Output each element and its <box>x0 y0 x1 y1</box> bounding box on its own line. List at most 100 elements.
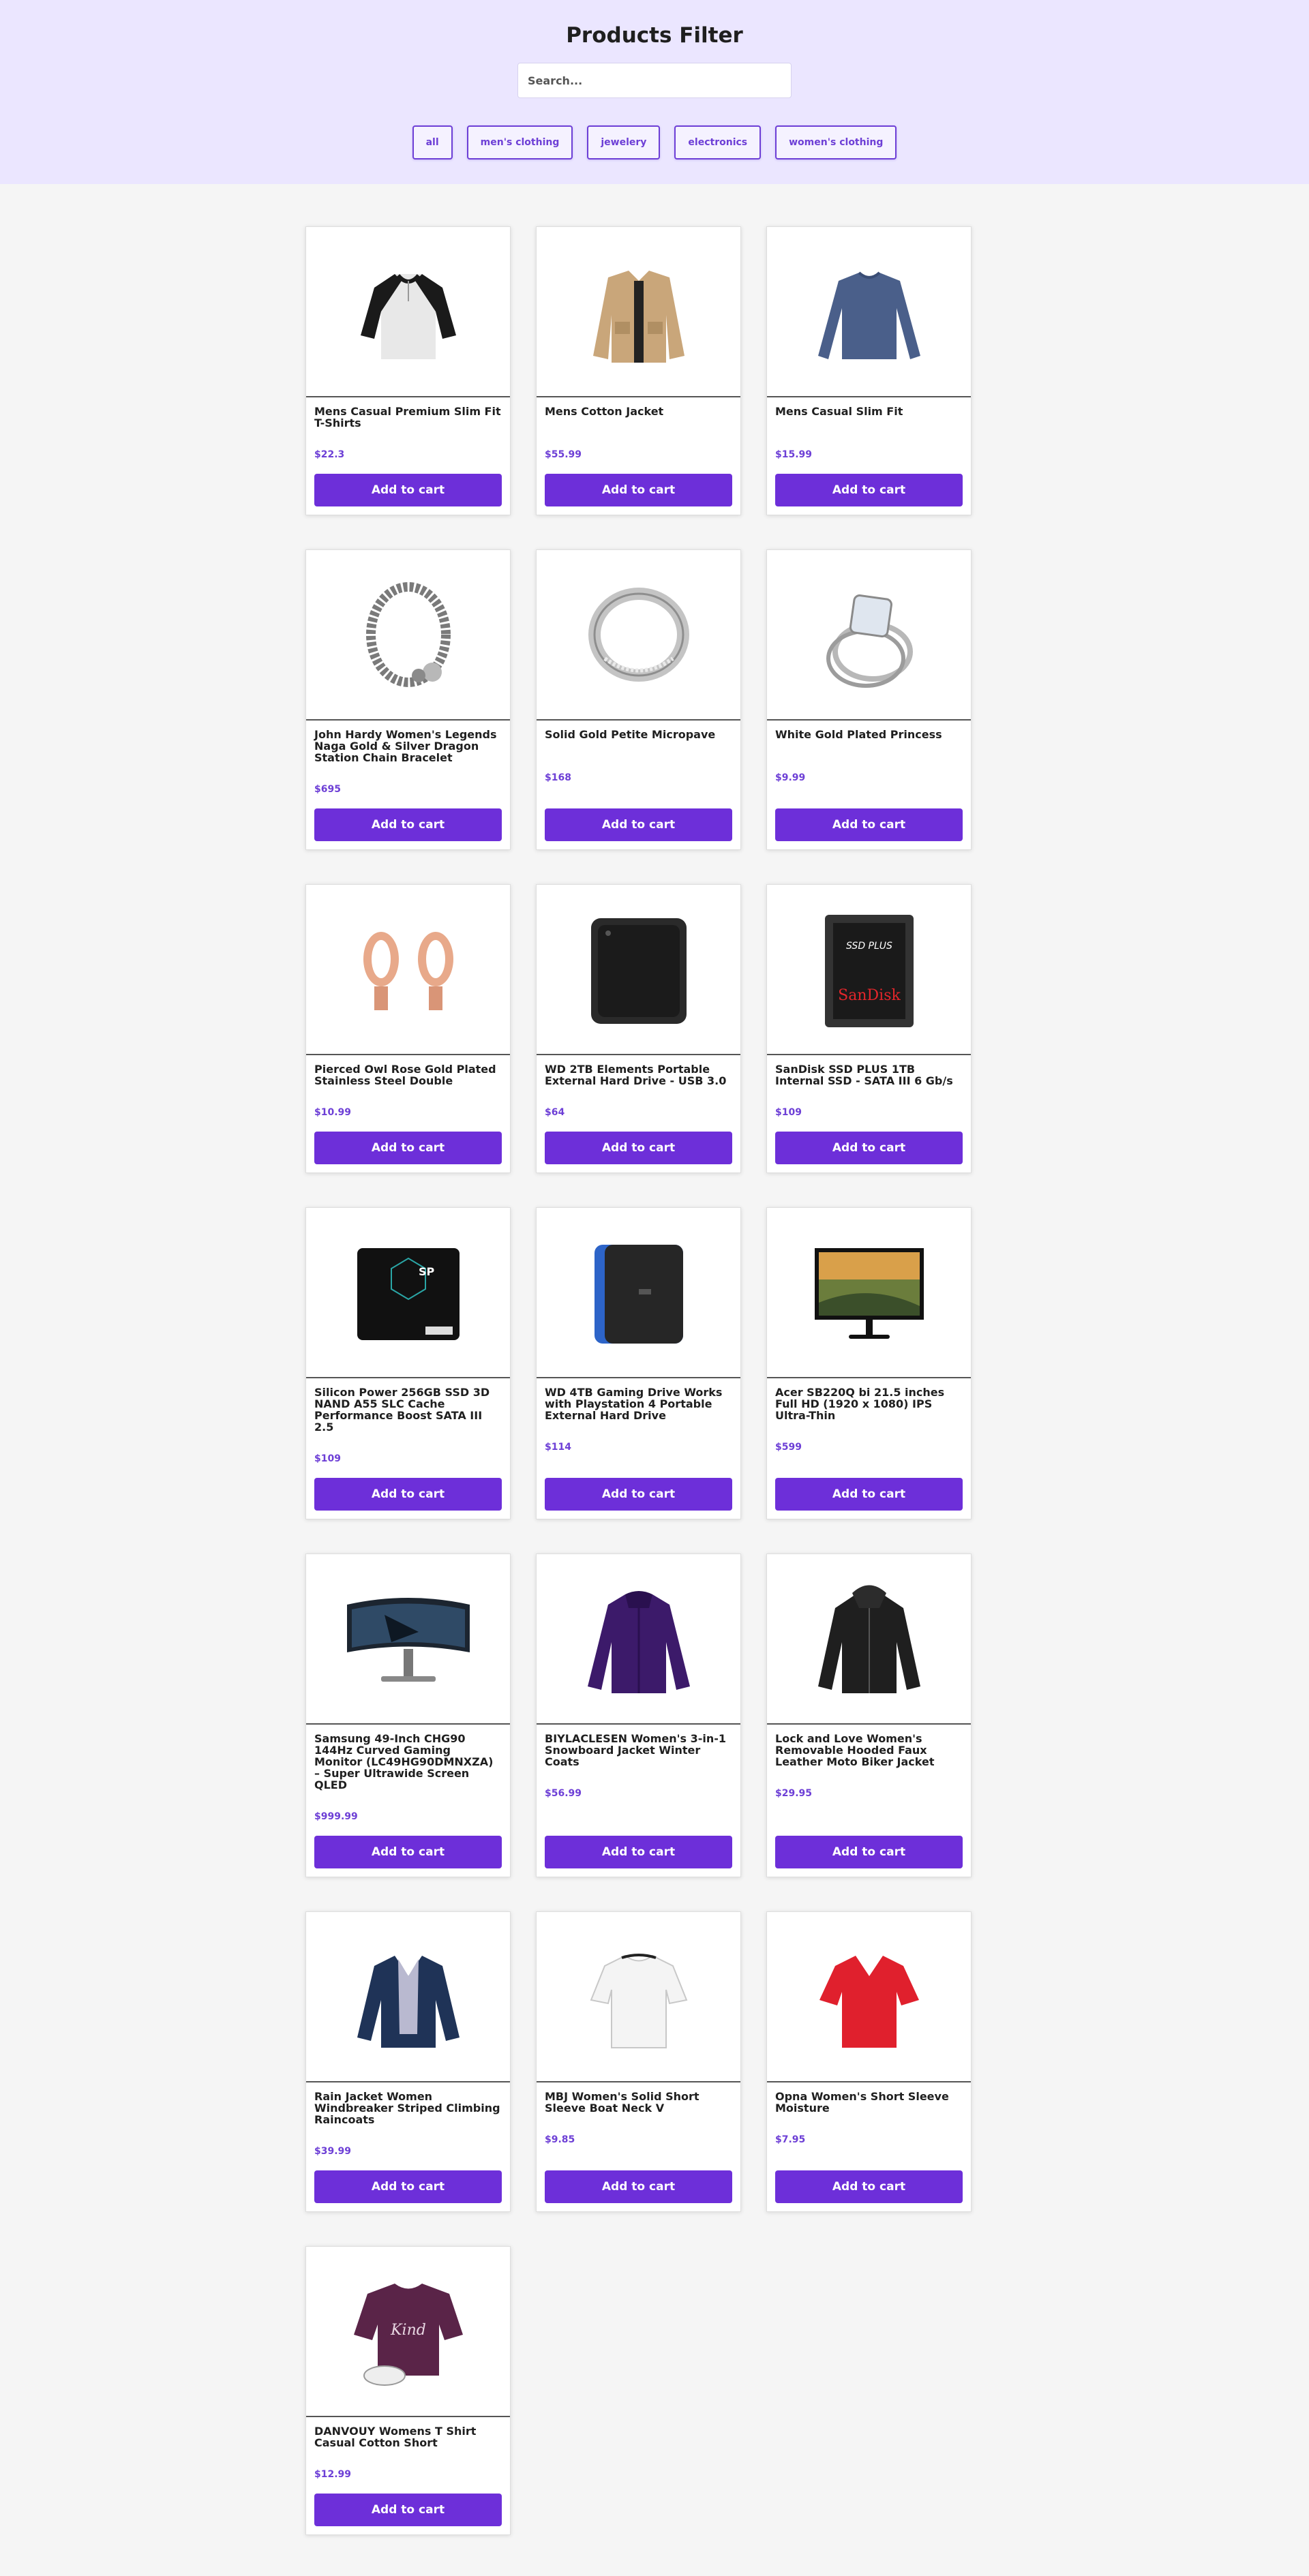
product-card: Mens Casual Premium Slim Fit T-Shirts $22… <box>305 226 511 515</box>
add-to-cart-button[interactable]: Add to cart <box>314 2494 502 2526</box>
product-price: $109 <box>775 1107 802 1118</box>
product-card: John Hardy Women's Legends Naga Gold & S… <box>305 549 511 850</box>
product-body: WD 2TB Elements Portable External Hard D… <box>537 1055 740 1164</box>
add-to-cart-button[interactable]: Add to cart <box>314 1478 502 1511</box>
product-body: John Hardy Women's Legends Naga Gold & S… <box>306 721 510 841</box>
sandisk-ssd-icon: SSD PLUS SanDisk <box>824 915 914 1027</box>
card-spacer <box>545 783 732 808</box>
filter-button-jewelery[interactable]: jewelery <box>587 125 661 160</box>
card-spacer <box>314 2480 502 2494</box>
product-title: John Hardy Women's Legends Naga Gold & S… <box>314 728 497 764</box>
product-body: Pierced Owl Rose Gold Plated Stainless S… <box>306 1055 510 1164</box>
search-input[interactable] <box>517 63 792 98</box>
product-title: WD 2TB Elements Portable External Hard D… <box>545 1063 727 1087</box>
add-to-cart-button[interactable]: Add to cart <box>545 474 732 506</box>
product-price: $39.99 <box>314 2146 352 2157</box>
add-to-cart-button[interactable]: Add to cart <box>775 1836 963 1868</box>
filter-button-men-s-clothing[interactable]: men's clothing <box>466 125 573 160</box>
plum-tshirt-icon: Kind <box>353 2284 463 2386</box>
product-title: Rain Jacket Women Windbreaker Striped Cl… <box>314 2090 500 2126</box>
product-price: $695 <box>314 784 341 795</box>
add-to-cart-button[interactable]: Add to cart <box>545 1132 732 1164</box>
product-card: Mens Cotton Jacket $55.99 Add to cart <box>536 226 741 515</box>
card-spacer <box>314 460 502 474</box>
page-title: Products Filter <box>566 23 743 48</box>
product-image <box>537 550 740 721</box>
product-image <box>306 1912 510 2082</box>
product-card: BIYLACLESEN Women's 3-in-1 Snowboard Jac… <box>536 1554 741 1877</box>
hard-drive-icon <box>590 918 687 1024</box>
product-image <box>767 227 971 397</box>
filter-button-electronics[interactable]: electronics <box>674 125 762 160</box>
product-body: Mens Cotton Jacket $55.99 Add to cart <box>537 397 740 506</box>
svg-text:SSD PLUS: SSD PLUS <box>846 941 892 952</box>
page-header: Products Filter all men's clothing jeweler… <box>0 0 1309 184</box>
product-body: WD 4TB Gaming Drive Works with Playstati… <box>537 1378 740 1511</box>
add-to-cart-button[interactable]: Add to cart <box>314 2170 502 2203</box>
product-card: Rain Jacket Women Windbreaker Striped Cl… <box>305 1911 511 2212</box>
product-title: Opna Women's Short Sleeve Moisture <box>775 2090 949 2115</box>
product-price: $56.99 <box>545 1788 582 1799</box>
bracelet-icon <box>365 582 451 687</box>
product-image <box>767 550 971 721</box>
product-price: $15.99 <box>775 449 813 460</box>
product-body: BIYLACLESEN Women's 3-in-1 Snowboard Jac… <box>537 1725 740 1868</box>
svg-text:SP: SP <box>419 1265 435 1278</box>
red-tshirt-icon <box>819 1956 919 2048</box>
product-image <box>537 227 740 397</box>
add-to-cart-button[interactable]: Add to cart <box>775 2170 963 2203</box>
card-spacer <box>545 460 732 474</box>
add-to-cart-button[interactable]: Add to cart <box>775 474 963 506</box>
navy-blazer-icon <box>357 1956 460 2048</box>
card-spacer <box>545 1453 732 1478</box>
product-body: DANVOUY Womens T Shirt Casual Cotton Sho… <box>306 2417 510 2526</box>
product-card: WD 4TB Gaming Drive Works with Playstati… <box>536 1207 741 1519</box>
product-title: Silicon Power 256GB SSD 3D NAND A55 SLC … <box>314 1386 490 1434</box>
card-spacer <box>314 2157 502 2170</box>
product-card: Lock and Love Women's Removable Hooded F… <box>766 1554 972 1877</box>
product-image <box>767 1208 971 1378</box>
card-spacer <box>775 460 963 474</box>
add-to-cart-button[interactable]: Add to cart <box>545 2170 732 2203</box>
product-title: DANVOUY Womens T Shirt Casual Cotton Sho… <box>314 2425 477 2449</box>
product-price: $22.3 <box>314 449 345 460</box>
add-to-cart-button[interactable]: Add to cart <box>545 1836 732 1868</box>
product-card: White Gold Plated Princess $9.99 Add to ca… <box>766 549 972 850</box>
product-image <box>537 1208 740 1378</box>
svg-text:SanDisk: SanDisk <box>838 987 901 1004</box>
filter-button-all[interactable]: all <box>412 125 453 160</box>
card-spacer <box>545 1118 732 1132</box>
product-price: $12.99 <box>314 2469 352 2480</box>
silicon-power-ssd-icon: SP <box>357 1248 460 1340</box>
product-card: MBJ Women's Solid Short Sleeve Boat Neck… <box>536 1911 741 2212</box>
product-card: Mens Casual Slim Fit $15.99 Add to cart <box>766 226 972 515</box>
product-title: Mens Cotton Jacket <box>545 405 664 418</box>
card-spacer <box>314 1822 502 1836</box>
curved-monitor-icon <box>346 1598 470 1682</box>
add-to-cart-button[interactable]: Add to cart <box>314 808 502 841</box>
product-image: SP <box>306 1208 510 1378</box>
product-body: Acer SB220Q bi 21.5 inches Full HD (1920… <box>767 1378 971 1511</box>
add-to-cart-button[interactable]: Add to cart <box>314 474 502 506</box>
product-title: White Gold Plated Princess <box>775 728 942 741</box>
product-image <box>767 1554 971 1725</box>
add-to-cart-button[interactable]: Add to cart <box>545 808 732 841</box>
filter-button-women-s-clothing[interactable]: women's clothing <box>775 125 897 160</box>
product-title: Solid Gold Petite Micropave <box>545 728 716 741</box>
svg-text:Kind: Kind <box>390 2322 426 2339</box>
product-image <box>306 1554 510 1725</box>
add-to-cart-button[interactable]: Add to cart <box>314 1132 502 1164</box>
product-price: $55.99 <box>545 449 582 460</box>
product-title: Lock and Love Women's Removable Hooded F… <box>775 1732 935 1768</box>
add-to-cart-button[interactable]: Add to cart <box>545 1478 732 1511</box>
product-grid: Mens Casual Premium Slim Fit T-Shirts $22… <box>305 226 1004 2576</box>
add-to-cart-button[interactable]: Add to cart <box>775 1478 963 1511</box>
product-price: $109 <box>314 1453 341 1464</box>
product-image: SSD PLUS SanDisk <box>767 885 971 1055</box>
product-card: SSD PLUS SanDisk SanDisk SSD PLUS 1TB Inte… <box>766 884 972 1173</box>
card-spacer <box>775 1118 963 1132</box>
add-to-cart-button[interactable]: Add to cart <box>775 808 963 841</box>
add-to-cart-button[interactable]: Add to cart <box>775 1132 963 1164</box>
add-to-cart-button[interactable]: Add to cart <box>314 1836 502 1868</box>
product-body: Samsung 49-Inch CHG90 144Hz Curved Gamin… <box>306 1725 510 1868</box>
